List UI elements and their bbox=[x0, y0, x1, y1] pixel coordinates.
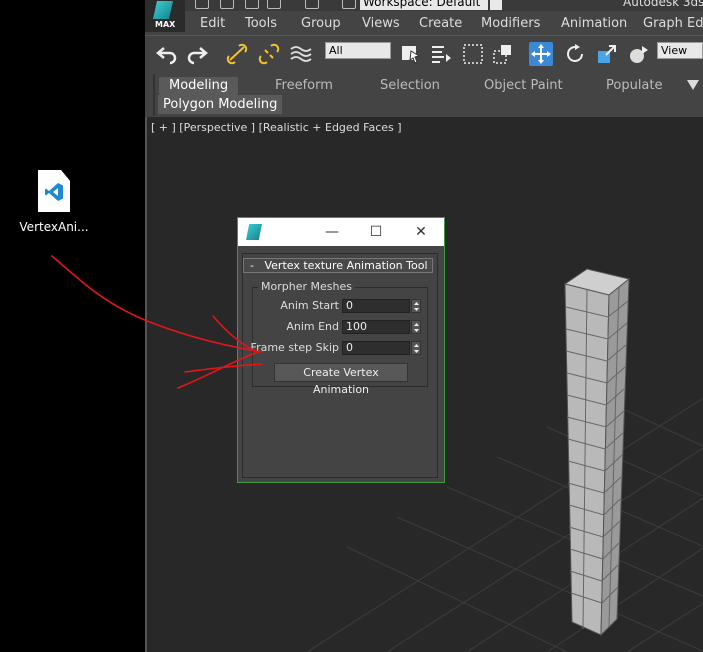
redo-icon[interactable] bbox=[185, 42, 209, 66]
select-by-name-icon[interactable] bbox=[429, 42, 453, 66]
tab-selection[interactable]: Selection bbox=[380, 77, 440, 95]
select-rotate-icon[interactable] bbox=[563, 42, 587, 66]
select-scale-icon[interactable] bbox=[595, 42, 619, 66]
anim-end-row: Anim End 100 bbox=[238, 319, 446, 335]
rollout-title: Vertex texture Animation Tool bbox=[264, 259, 428, 272]
viewport-label[interactable]: [ + ] [Perspective ] [Realistic + Edged … bbox=[151, 121, 402, 134]
menu-modifiers[interactable]: Modifiers bbox=[481, 16, 540, 31]
tab-modeling[interactable]: Modeling bbox=[159, 77, 239, 95]
ribbon: Modeling Freeform Selection Object Paint… bbox=[153, 74, 703, 116]
rect-selection-icon[interactable] bbox=[461, 42, 485, 66]
menu-graph-editors[interactable]: Graph Edit bbox=[643, 16, 703, 31]
workspace-dropdown[interactable] bbox=[490, 0, 502, 10]
app-title: Autodesk 3ds bbox=[623, 0, 703, 9]
main-toolbar: All View bbox=[145, 35, 703, 73]
select-object-icon[interactable] bbox=[399, 42, 423, 66]
bind-spacewarp-icon[interactable] bbox=[289, 42, 313, 66]
maximize-button[interactable]: ☐ bbox=[366, 222, 386, 242]
box-tower bbox=[563, 268, 631, 637]
menu-views[interactable]: Views bbox=[362, 16, 400, 31]
open-file-icon[interactable] bbox=[220, 0, 234, 9]
frame-skip-label: Frame step Skip bbox=[250, 341, 339, 354]
logo-text: MAX bbox=[155, 20, 176, 29]
max-logo-icon bbox=[153, 1, 173, 19]
vscode-file-icon bbox=[38, 170, 70, 212]
frame-skip-spinner[interactable] bbox=[411, 341, 421, 355]
desktop: VertexAni... bbox=[0, 0, 145, 652]
minimize-button[interactable]: — bbox=[322, 222, 342, 242]
dialog-titlebar[interactable]: — ☐ ✕ bbox=[238, 218, 444, 246]
project-folder-icon[interactable] bbox=[342, 0, 356, 9]
redo-quick-icon[interactable] bbox=[305, 0, 319, 9]
undo-icon[interactable] bbox=[155, 42, 179, 66]
close-button[interactable]: ✕ bbox=[411, 222, 431, 242]
anim-end-spinner[interactable] bbox=[411, 320, 421, 334]
desktop-file-icon[interactable]: VertexAni... bbox=[14, 170, 94, 234]
anim-start-input[interactable]: 0 bbox=[342, 299, 410, 313]
title-bar: Workspace: Default Autodesk 3ds bbox=[145, 0, 703, 11]
rollout-toggle: - bbox=[250, 259, 254, 272]
menu-bar: Edit Tools Group Views Create Modifiers … bbox=[185, 13, 703, 35]
anim-end-label: Anim End bbox=[286, 320, 339, 333]
vertex-animation-dialog: — ☐ ✕ - Vertex texture Animation Tool Mo… bbox=[237, 217, 445, 483]
anim-start-label: Anim Start bbox=[280, 299, 339, 312]
selection-filter-select[interactable]: All bbox=[325, 42, 391, 59]
max-logo-icon bbox=[246, 224, 262, 240]
group-title: Morpher Meshes bbox=[258, 280, 355, 293]
anim-start-row: Anim Start 0 bbox=[238, 298, 446, 314]
app-menu-button[interactable]: MAX bbox=[145, 0, 185, 32]
place-icon[interactable] bbox=[627, 42, 651, 66]
tab-object-paint[interactable]: Object Paint bbox=[484, 77, 563, 95]
desktop-file-label: VertexAni... bbox=[19, 220, 89, 234]
polygon-modeling-panel[interactable]: Polygon Modeling bbox=[158, 95, 283, 114]
select-move-icon[interactable] bbox=[529, 42, 553, 66]
window-crossing-icon[interactable] bbox=[491, 42, 515, 66]
menu-create[interactable]: Create bbox=[419, 16, 462, 31]
menu-tools[interactable]: Tools bbox=[245, 16, 277, 31]
unlink-icon[interactable] bbox=[257, 42, 281, 66]
anim-start-spinner[interactable] bbox=[411, 299, 421, 313]
frame-skip-input[interactable]: 0 bbox=[342, 341, 410, 355]
anim-end-input[interactable]: 100 bbox=[342, 320, 410, 334]
tab-freeform[interactable]: Freeform bbox=[275, 77, 333, 95]
ribbon-options-icon[interactable] bbox=[687, 80, 699, 90]
save-file-icon[interactable] bbox=[245, 0, 259, 9]
rollout-header[interactable]: - Vertex texture Animation Tool bbox=[243, 258, 433, 273]
link-icon[interactable] bbox=[225, 42, 249, 66]
workspace-select[interactable]: Workspace: Default bbox=[360, 0, 488, 10]
undo-quick-icon[interactable] bbox=[267, 0, 281, 9]
menu-animation[interactable]: Animation bbox=[561, 16, 627, 31]
ref-coord-system-select[interactable]: View bbox=[657, 42, 703, 59]
tab-populate[interactable]: Populate bbox=[606, 77, 663, 95]
frame-skip-row: Frame step Skip 0 bbox=[238, 340, 446, 356]
create-vertex-animation-button[interactable]: Create Vertex Animation bbox=[274, 363, 408, 396]
new-file-icon[interactable] bbox=[195, 0, 209, 9]
menu-edit[interactable]: Edit bbox=[200, 16, 225, 31]
menu-group[interactable]: Group bbox=[301, 16, 341, 31]
